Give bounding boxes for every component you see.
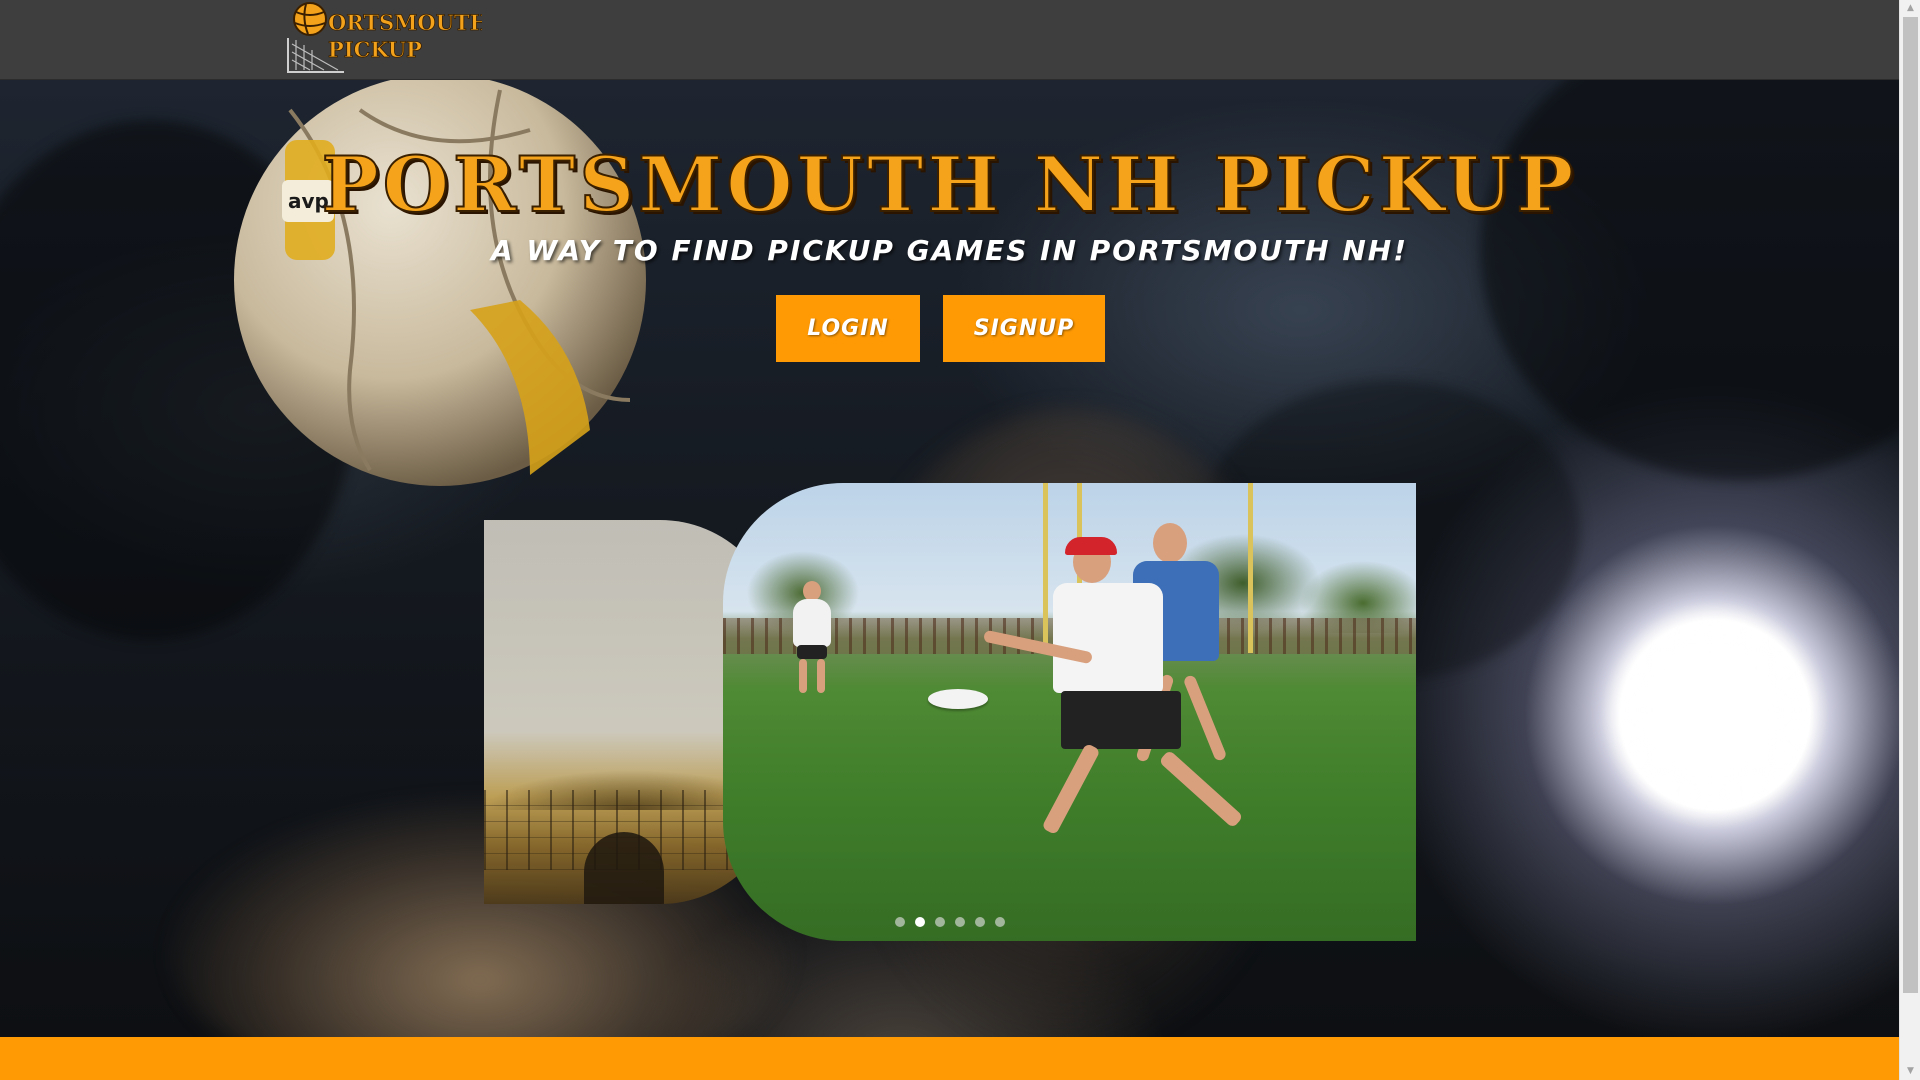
hero-subtitle: A way to find pickup games in Portsmouth… xyxy=(491,234,1408,267)
login-button[interactable]: Login xyxy=(776,295,920,362)
slide-silhouette xyxy=(584,832,664,904)
goalpost xyxy=(1043,483,1048,653)
frisbee xyxy=(928,689,988,709)
navbar: ORTSMOUTH PICKUP xyxy=(0,0,1899,80)
triangle-down-icon[interactable]: ▼ xyxy=(1900,1063,1920,1080)
vertical-scrollbar[interactable]: ▲ ▼ xyxy=(1899,0,1920,1080)
carousel-dot-4[interactable] xyxy=(955,917,965,927)
carousel-dot-1[interactable] xyxy=(895,917,905,927)
sun-glare xyxy=(1600,600,1820,820)
carousel-slide-current[interactable] xyxy=(723,483,1416,941)
brand-logo: ORTSMOUTH PICKUP xyxy=(287,2,482,73)
image-carousel[interactable] xyxy=(484,483,1416,941)
carousel-dot-2-active[interactable] xyxy=(915,917,925,927)
brand-logo-link[interactable]: ORTSMOUTH PICKUP xyxy=(282,2,482,74)
hero-title: Portsmouth NH Pickup xyxy=(321,139,1578,230)
carousel-dot-5[interactable] xyxy=(975,917,985,927)
volleyball-icon xyxy=(293,2,327,36)
footer-bar xyxy=(0,1037,1899,1080)
carousel-dot-6[interactable] xyxy=(995,917,1005,927)
signup-button[interactable]: Signup xyxy=(943,295,1105,362)
carousel-dot-3[interactable] xyxy=(935,917,945,927)
logo-text-top: ORTSMOUTH xyxy=(328,10,482,35)
red-cap xyxy=(1065,537,1117,555)
goalpost xyxy=(1248,483,1253,653)
scrollbar-thumb[interactable] xyxy=(1903,17,1918,993)
logo-text-bottom: PICKUP xyxy=(328,37,422,62)
carousel-indicators xyxy=(484,917,1416,927)
page: ORTSMOUTH PICKUP avp PORTSMOUTH NH PICKU… xyxy=(0,0,1899,1080)
triangle-up-icon[interactable]: ▲ xyxy=(1900,0,1920,17)
